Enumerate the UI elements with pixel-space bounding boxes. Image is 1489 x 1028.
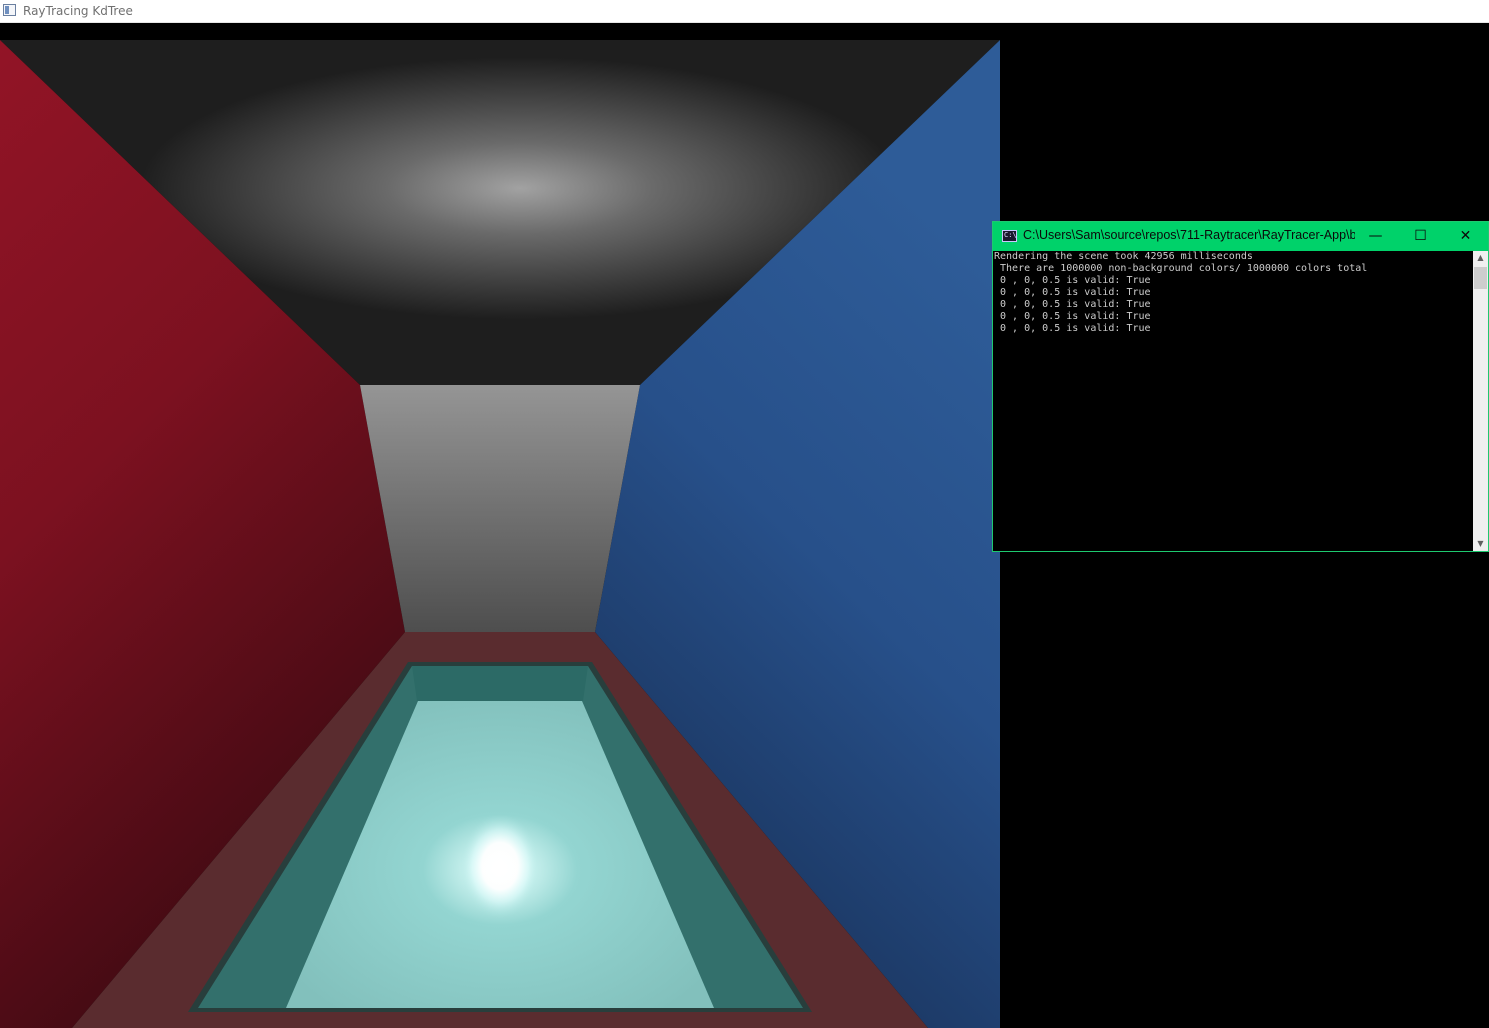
vertical-scrollbar[interactable]: ▲ ▼	[1473, 251, 1488, 551]
console-window[interactable]: C:\ C:\Users\Sam\source\repos\711-Raytra…	[992, 221, 1489, 552]
console-line: 0 , 0, 0.5 is valid: True	[994, 311, 1151, 322]
console-line: There are 1000000 non-background colors/…	[994, 263, 1368, 274]
app-title-bar[interactable]: RayTracing KdTree	[0, 0, 1489, 23]
console-output[interactable]: Rendering the scene took 42956 milliseco…	[993, 251, 1473, 551]
console-line: Rendering the scene took 42956 milliseco…	[994, 251, 1253, 262]
pool-back-wall	[412, 666, 588, 701]
window-icon	[3, 4, 16, 16]
minimize-button[interactable]: —	[1353, 222, 1398, 251]
back-wall	[360, 385, 640, 632]
console-icon: C:\	[1002, 230, 1017, 242]
close-button[interactable]: ✕	[1443, 222, 1488, 251]
console-line: 0 , 0, 0.5 is valid: True	[994, 287, 1151, 298]
console-title: C:\Users\Sam\source\repos\711-Raytracer\…	[1023, 228, 1355, 242]
minimize-icon: —	[1368, 228, 1383, 244]
maximize-icon: ☐	[1414, 228, 1427, 244]
scroll-thumb[interactable]	[1474, 267, 1487, 289]
specular-highlight	[460, 814, 540, 918]
console-icon-glyph: C:\	[1004, 231, 1017, 239]
close-icon: ✕	[1459, 228, 1472, 244]
app-title: RayTracing KdTree	[23, 4, 133, 18]
console-line: 0 , 0, 0.5 is valid: True	[994, 323, 1151, 334]
top-strip	[0, 23, 1000, 40]
console-title-bar[interactable]: C:\ C:\Users\Sam\source\repos\711-Raytra…	[993, 222, 1488, 251]
scroll-down-icon[interactable]: ▼	[1473, 537, 1488, 551]
scroll-up-icon[interactable]: ▲	[1473, 251, 1488, 265]
maximize-button[interactable]: ☐	[1398, 222, 1443, 251]
console-line: 0 , 0, 0.5 is valid: True	[994, 275, 1151, 286]
console-line: 0 , 0, 0.5 is valid: True	[994, 299, 1151, 310]
